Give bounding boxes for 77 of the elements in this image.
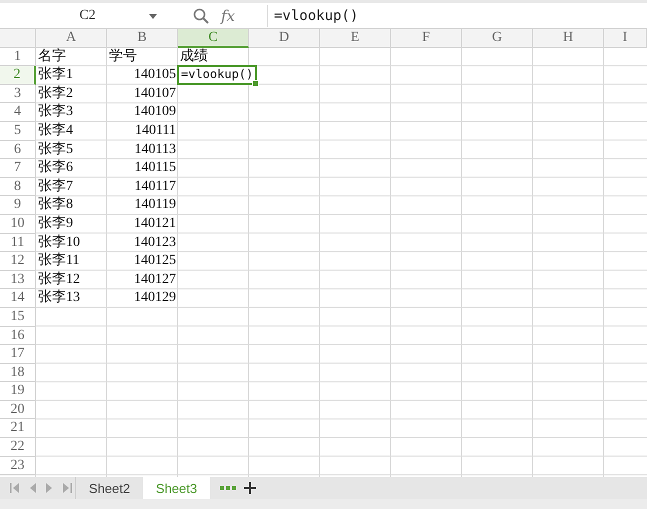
table-cell: 张李1	[38, 67, 73, 82]
more-icon[interactable]	[220, 486, 236, 490]
table-cell: 名字	[38, 48, 66, 64]
table-cell: 140111	[135, 122, 176, 138]
row-header[interactable]: 20	[0, 400, 36, 420]
row-header[interactable]: 23	[0, 456, 36, 476]
column-header[interactable]: F	[391, 29, 462, 48]
table-cell: 140119	[134, 197, 176, 212]
table-cell: 张李6	[38, 160, 73, 176]
column-header[interactable]: I	[604, 29, 647, 48]
row-header[interactable]: 2	[0, 66, 36, 85]
table-cell: 140113	[134, 142, 176, 157]
row-header[interactable]: 15	[0, 308, 36, 326]
table-cell: 成绩	[180, 48, 208, 64]
table-cell: 张李5	[38, 142, 73, 157]
table-cell: 张李4	[38, 122, 73, 138]
sheet-tab[interactable]: Sheet3	[143, 477, 210, 499]
table-cell: 140117	[134, 178, 176, 194]
row-header[interactable]: 7	[0, 159, 36, 178]
cell-editor[interactable]: =vlookup()	[177, 65, 258, 85]
row-header[interactable]: 16	[0, 326, 36, 346]
table-cell: 140105	[134, 67, 176, 82]
table-cell: 张李8	[38, 197, 73, 212]
row-header[interactable]: 11	[0, 234, 36, 252]
table-cell: 张李12	[38, 272, 80, 287]
column-header[interactable]: E	[320, 29, 391, 48]
row-header[interactable]: 6	[0, 140, 36, 160]
table-cell: 张李13	[38, 290, 80, 306]
next-sheet-icon[interactable]	[46, 483, 53, 493]
caret-icon[interactable]	[149, 14, 157, 18]
select-all-button[interactable]	[0, 29, 36, 48]
row-header[interactable]: 1	[0, 48, 36, 66]
last-sheet-icon[interactable]	[63, 483, 72, 493]
row-header[interactable]: 13	[0, 270, 36, 290]
column-header[interactable]: C	[178, 29, 249, 48]
row-header[interactable]: 9	[0, 196, 36, 215]
fill-handle[interactable]	[252, 80, 260, 87]
column-header[interactable]: G	[462, 29, 533, 48]
sheet-tab[interactable]: Sheet2	[76, 477, 143, 499]
table-cell: 140121	[134, 216, 176, 231]
table-cell: 张李7	[38, 178, 73, 194]
table-cell: 140123	[134, 234, 176, 250]
table-cell: 张李2	[38, 86, 73, 101]
search-icon[interactable]	[193, 8, 209, 24]
row-header[interactable]: 4	[0, 103, 36, 122]
first-sheet-icon[interactable]	[10, 483, 19, 493]
table-cell: 张李11	[38, 253, 80, 268]
table-cell: 140129	[134, 290, 176, 306]
column-header[interactable]: D	[249, 29, 320, 48]
table-cell: 140127	[134, 272, 176, 287]
column-header[interactable]: H	[533, 29, 604, 48]
row-header[interactable]: 18	[0, 364, 36, 382]
table-cell: 140109	[134, 104, 176, 120]
row-header[interactable]: 19	[0, 382, 36, 401]
row-header[interactable]: 10	[0, 214, 36, 234]
table-cell: 140115	[134, 160, 176, 176]
previous-sheet-icon[interactable]	[29, 483, 36, 493]
name-box[interactable]: C2	[0, 4, 175, 26]
formula-field[interactable]: =vlookup()	[267, 4, 647, 26]
row-header[interactable]: 22	[0, 438, 36, 457]
table-cell: 张李9	[38, 216, 73, 231]
row-header[interactable]: 8	[0, 178, 36, 196]
row-header[interactable]: 5	[0, 122, 36, 141]
column-header[interactable]: B	[107, 29, 178, 48]
row-header[interactable]: 12	[0, 252, 36, 271]
table-cell: 张李10	[38, 234, 80, 250]
row-header[interactable]: 14	[0, 289, 36, 308]
add-icon[interactable]	[244, 482, 256, 494]
table-cell: 张李3	[38, 104, 73, 120]
function-button[interactable]: fx	[221, 6, 247, 24]
row-header[interactable]: 3	[0, 84, 36, 104]
table-cell: 140107	[134, 86, 176, 101]
row-header[interactable]: 17	[0, 345, 36, 364]
column-header[interactable]: A	[36, 29, 107, 48]
table-cell: 140125	[134, 253, 176, 268]
row-header[interactable]: 21	[0, 419, 36, 438]
table-cell: 学号	[109, 48, 137, 64]
